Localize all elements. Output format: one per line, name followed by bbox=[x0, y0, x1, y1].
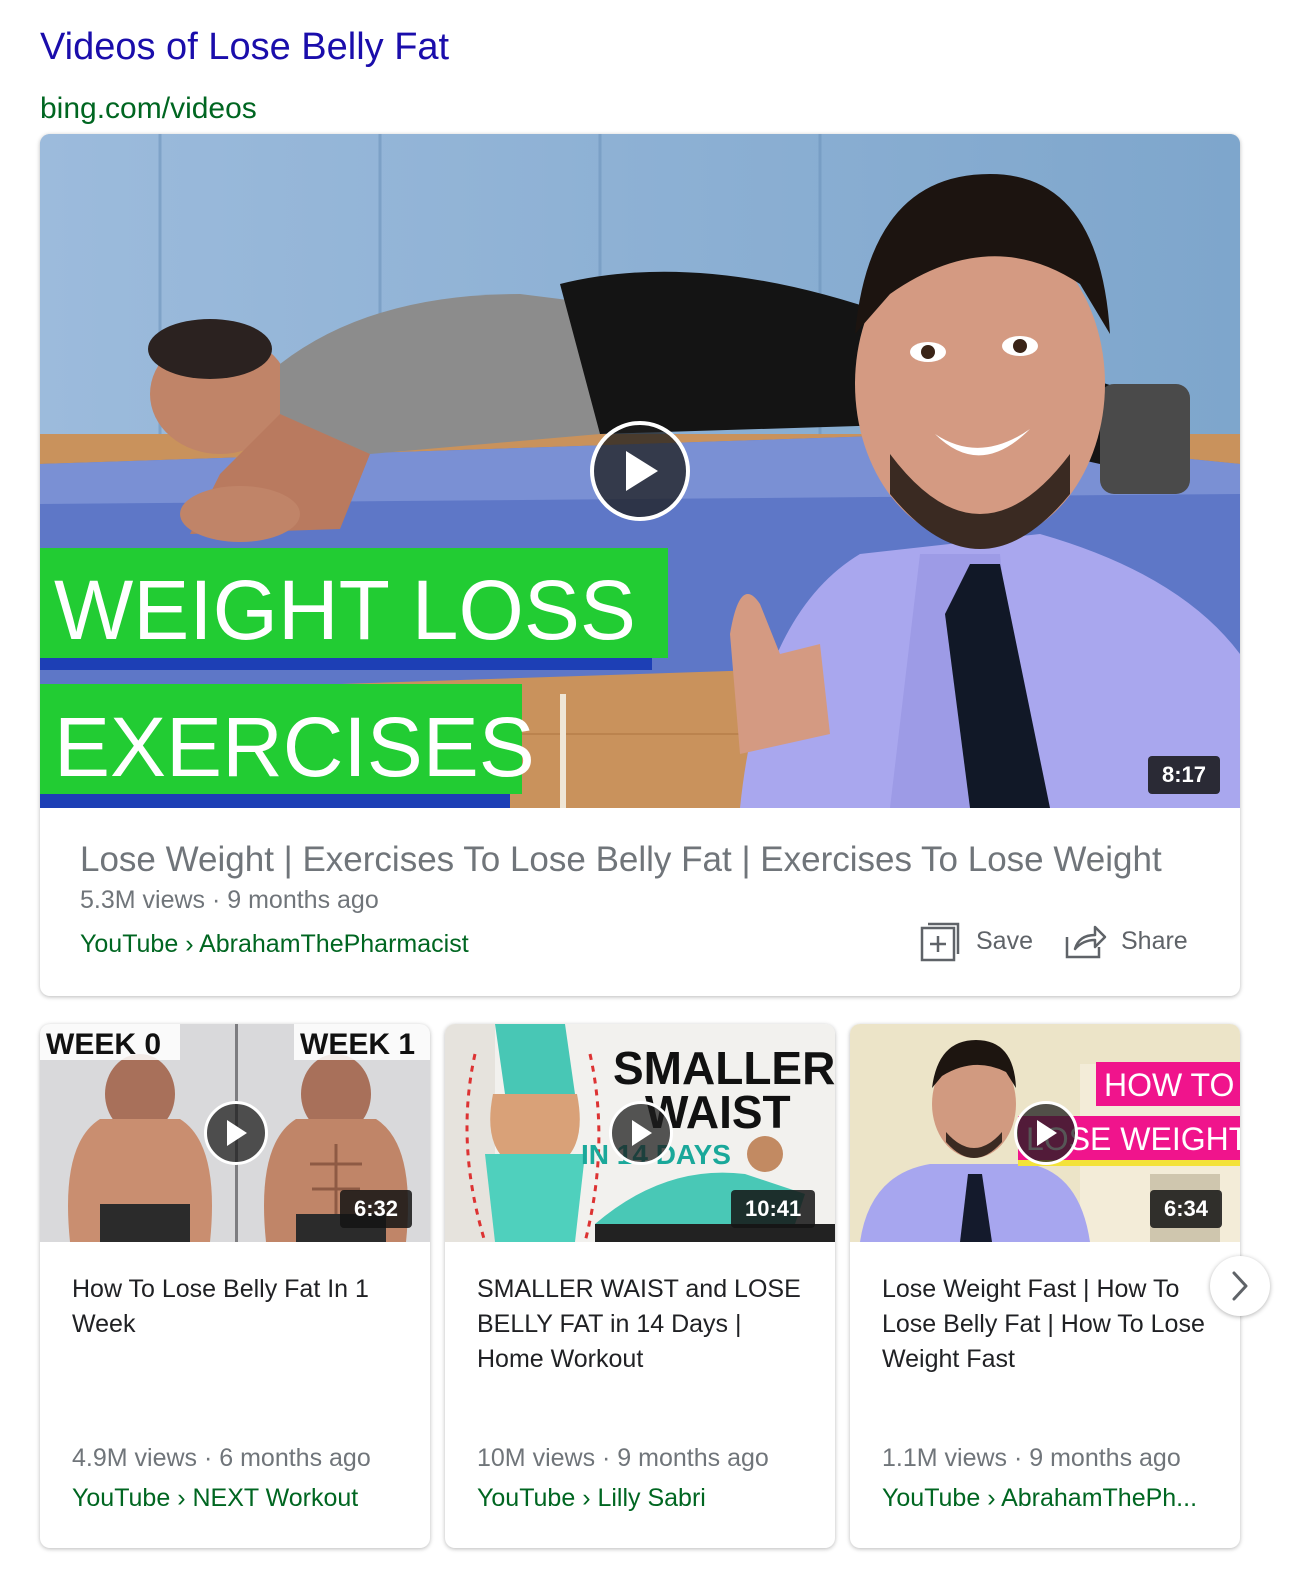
video-source[interactable]: YouTube › Lilly Sabri bbox=[477, 1484, 817, 1513]
overlay-week0: WEEK 0 bbox=[46, 1028, 161, 1061]
play-button[interactable] bbox=[609, 1101, 673, 1165]
video-card[interactable]: WEEK 0 WEEK 1 6:32 How To Lose Belly Fat… bbox=[40, 1024, 430, 1548]
overlay-week1: WEEK 1 bbox=[300, 1028, 415, 1061]
featured-video-title[interactable]: Lose Weight | Exercises To Lose Belly Fa… bbox=[80, 840, 1162, 880]
video-meta: 10M views · 9 months ago bbox=[477, 1444, 769, 1472]
play-icon bbox=[227, 1120, 247, 1146]
share-button[interactable]: Share bbox=[1065, 923, 1188, 959]
carousel-next-button[interactable] bbox=[1210, 1256, 1270, 1316]
share-icon bbox=[1065, 925, 1107, 959]
source-url: bing.com/videos bbox=[40, 92, 257, 125]
duration-badge: 6:34 bbox=[1150, 1190, 1223, 1228]
featured-video-meta: 5.3M views · 9 months ago bbox=[80, 886, 379, 914]
chevron-right-icon bbox=[1232, 1271, 1248, 1301]
play-icon bbox=[626, 451, 658, 491]
duration-badge: 6:32 bbox=[340, 1190, 413, 1228]
play-icon bbox=[1037, 1120, 1057, 1146]
save-icon bbox=[920, 922, 960, 962]
overlay-how-to: HOW TO bbox=[1104, 1067, 1234, 1103]
video-title[interactable]: SMALLER WAIST and LOSE BELLY FAT in 14 D… bbox=[477, 1272, 813, 1377]
featured-video-thumbnail[interactable]: WEIGHT LOSS EXERCISES 8:17 bbox=[40, 134, 1240, 808]
save-label: Save bbox=[976, 926, 1033, 955]
featured-video-card[interactable]: WEIGHT LOSS EXERCISES 8:17 Lose Weight |… bbox=[40, 134, 1240, 996]
video-title[interactable]: Lose Weight Fast | How To Lose Belly Fat… bbox=[882, 1272, 1218, 1377]
duration-badge: 10:41 bbox=[731, 1190, 816, 1228]
share-label: Share bbox=[1120, 926, 1188, 955]
featured-video-source[interactable]: YouTube › AbrahamThePharmacist bbox=[80, 930, 469, 959]
duration-badge: 8:17 bbox=[1148, 756, 1221, 794]
video-thumbnail[interactable]: WEEK 0 WEEK 1 6:32 bbox=[40, 1024, 430, 1242]
featured-actions: Save Share bbox=[920, 920, 1188, 962]
video-thumbnail[interactable]: HOW TO LOSE WEIGHT 6:34 bbox=[850, 1024, 1240, 1242]
results-heading-link[interactable]: Videos of Lose Belly Fat bbox=[40, 26, 449, 69]
save-button[interactable]: Save bbox=[920, 920, 1033, 962]
video-thumbnail[interactable]: SMALLER WAIST IN 14 DAYS 10:41 bbox=[445, 1024, 835, 1242]
video-source[interactable]: YouTube › AbrahamThePh... bbox=[882, 1484, 1222, 1513]
play-button[interactable] bbox=[590, 421, 690, 521]
play-icon bbox=[632, 1120, 652, 1146]
video-card[interactable]: HOW TO LOSE WEIGHT 6:34 Lose Weight Fast… bbox=[850, 1024, 1240, 1548]
play-button[interactable] bbox=[204, 1101, 268, 1165]
video-card[interactable]: SMALLER WAIST IN 14 DAYS 10:41 SMALLER W… bbox=[445, 1024, 835, 1548]
video-meta: 4.9M views · 6 months ago bbox=[72, 1444, 371, 1472]
featured-overlay-line2: EXERCISES bbox=[54, 700, 535, 794]
featured-overlay-line1: WEIGHT LOSS bbox=[54, 563, 636, 657]
video-meta: 1.1M views · 9 months ago bbox=[882, 1444, 1181, 1472]
video-title[interactable]: How To Lose Belly Fat In 1 Week bbox=[72, 1272, 408, 1342]
video-source[interactable]: YouTube › NEXT Workout bbox=[72, 1484, 412, 1513]
play-button[interactable] bbox=[1014, 1101, 1078, 1165]
